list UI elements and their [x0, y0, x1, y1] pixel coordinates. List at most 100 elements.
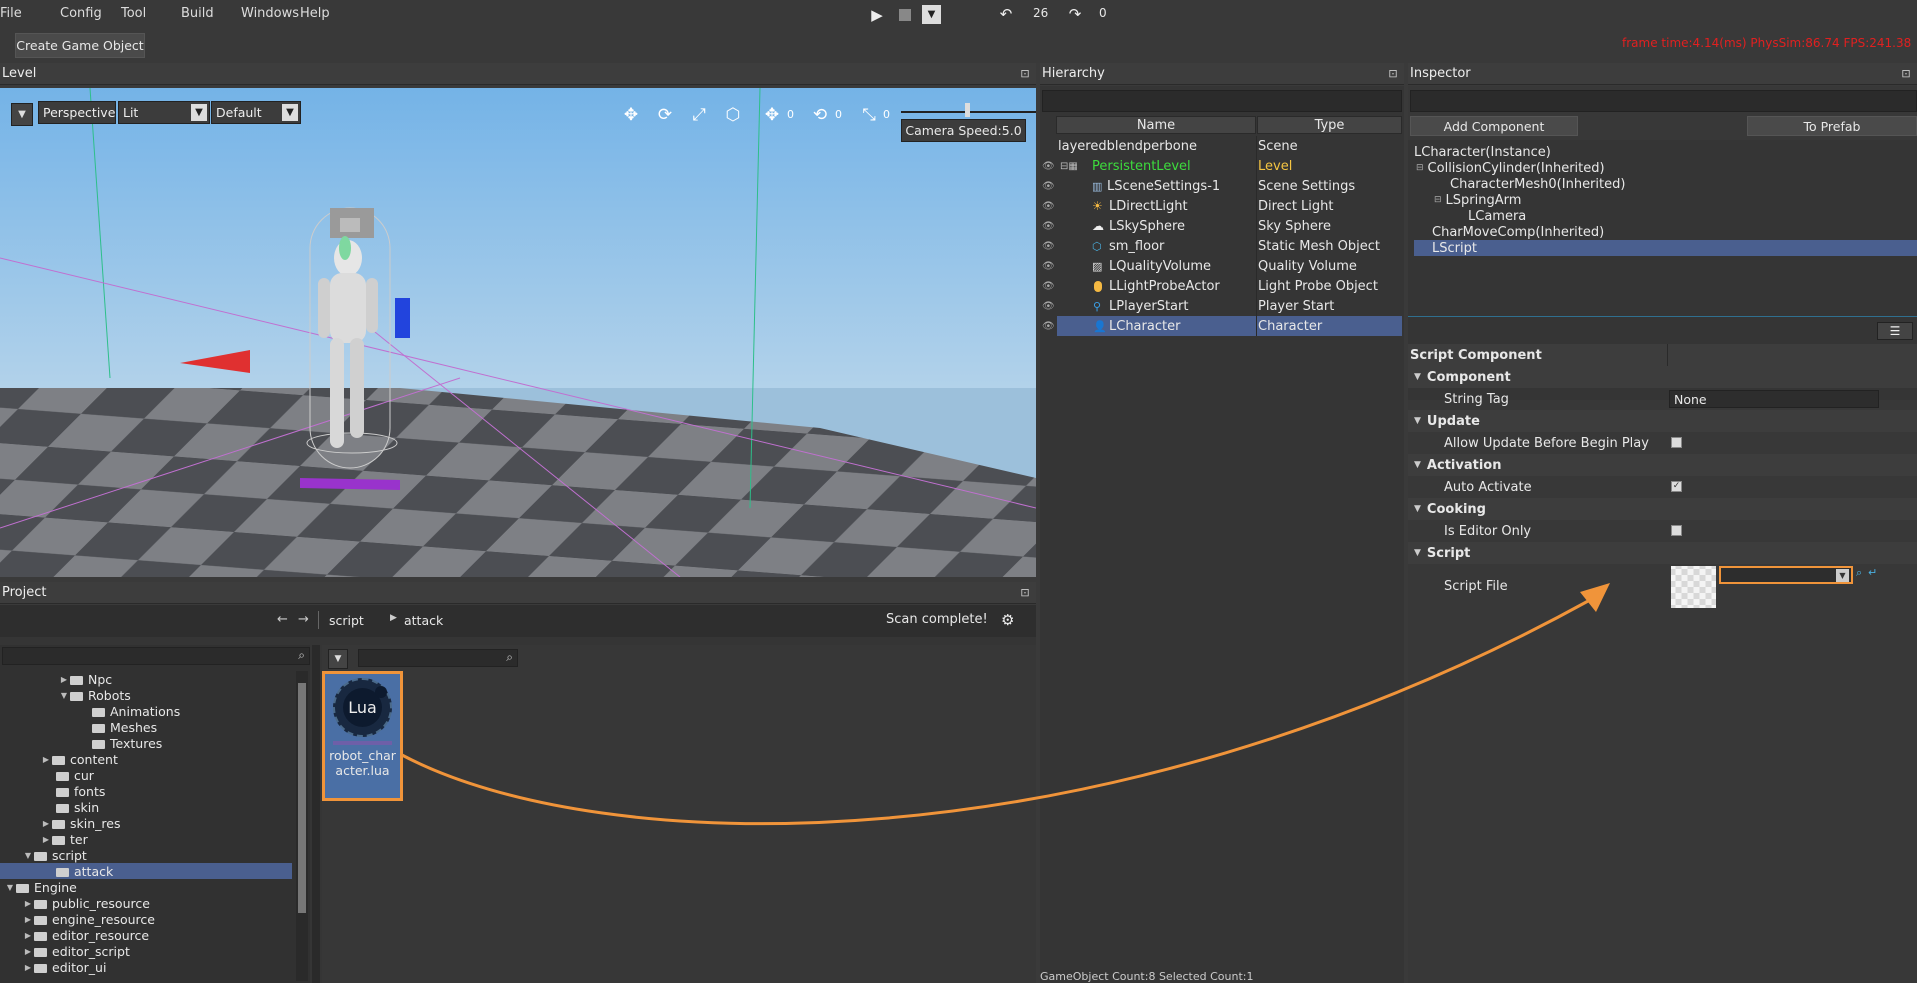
lit-dropdown[interactable]: Lit ▼	[118, 101, 210, 124]
tree-item[interactable]: CharMoveComp(Inherited)	[1432, 224, 1604, 240]
rotate-icon[interactable]: ⟳	[653, 103, 677, 127]
col-type-header[interactable]: Type	[1257, 116, 1402, 134]
stop-icon[interactable]	[899, 9, 911, 21]
hierarchy-row[interactable]: 👁 ⬡ sm_floor Static Mesh Object	[1040, 236, 1404, 256]
menu-tool[interactable]: Tool	[121, 6, 146, 21]
hierarchy-search-input[interactable]	[1042, 90, 1402, 112]
move-icon[interactable]: ✥	[619, 103, 643, 127]
pin-icon[interactable]: ⊡	[1018, 587, 1032, 599]
asset-search-input[interactable]: ⌕	[358, 649, 518, 667]
hierarchy-row[interactable]: 👁 LLightProbeActor Light Probe Object	[1040, 276, 1404, 296]
hierarchy-row[interactable]: 👁 ▥ LSceneSettings-1 Scene Settings	[1040, 176, 1404, 196]
hierarchy-row[interactable]: 👁 ⊟▦ PersistentLevel Level	[1040, 156, 1404, 176]
folder-row[interactable]: fonts	[56, 783, 105, 799]
hierarchy-row-selected[interactable]: 👁 👤 LCharacter Character	[1040, 316, 1404, 336]
camera-speed-slider-thumb[interactable]	[965, 103, 970, 117]
folder-row[interactable]: ▶ public_resource	[22, 895, 150, 911]
tree-item[interactable]: LCharacter(Instance)	[1414, 144, 1551, 160]
snap-move-icon[interactable]: ✥	[760, 103, 784, 127]
eye-icon[interactable]: 👁	[1042, 201, 1056, 212]
hierarchy-row[interactable]: layeredblendperbone Scene	[1040, 136, 1404, 156]
tree-item[interactable]: CharacterMesh0(Inherited)	[1450, 176, 1625, 192]
scrollbar-thumb[interactable]	[298, 683, 306, 913]
eye-icon[interactable]: 👁	[1042, 181, 1056, 192]
allow-update-checkbox[interactable]	[1671, 437, 1682, 448]
activation-section[interactable]: ▼ Activation	[1408, 454, 1917, 476]
folder-row[interactable]: skin	[56, 799, 99, 815]
script-file-dropdown[interactable]: ▼	[1719, 566, 1853, 584]
redo-icon[interactable]: ↷	[1065, 3, 1085, 25]
forward-icon[interactable]: →	[298, 612, 309, 627]
tree-item[interactable]: ⊟ LSpringArm	[1434, 192, 1521, 208]
hierarchy-row[interactable]: 👁 ▨ LQualityVolume Quality Volume	[1040, 256, 1404, 276]
hierarchy-row[interactable]: 👁 ☁ LSkySphere Sky Sphere	[1040, 216, 1404, 236]
breadcrumb-script[interactable]: script	[329, 613, 364, 628]
eye-icon[interactable]: 👁	[1042, 321, 1056, 332]
script-section[interactable]: ▼ Script	[1408, 542, 1917, 564]
play-dropdown-icon[interactable]: ▼	[922, 5, 941, 24]
folder-row[interactable]: ▶ editor_script	[22, 943, 130, 959]
folder-row[interactable]: cur	[56, 767, 94, 783]
folder-row[interactable]: ▶ Npc	[58, 671, 112, 687]
eye-icon[interactable]: 👁	[1042, 221, 1056, 232]
pin-icon[interactable]: ⊡	[1899, 68, 1913, 80]
splitter[interactable]	[312, 645, 320, 983]
pin-icon[interactable]: ⊡	[1386, 68, 1400, 80]
menu-windows[interactable]: Windows	[241, 6, 299, 21]
pin-icon[interactable]: ⊡	[1018, 68, 1032, 80]
string-tag-input[interactable]: None	[1669, 390, 1879, 408]
folder-scrollbar[interactable]	[296, 671, 308, 981]
hierarchy-row[interactable]: 👁 ⚲ LPlayerStart Player Start	[1040, 296, 1404, 316]
inspector-search-input[interactable]	[1410, 90, 1917, 112]
list-menu-icon[interactable]: ☰	[1877, 322, 1913, 340]
folder-row[interactable]: ▶ content	[40, 751, 118, 767]
folder-row[interactable]: ▶ editor_ui	[22, 959, 107, 975]
add-component-button[interactable]: Add Component	[1410, 116, 1578, 136]
create-game-object-button[interactable]: Create Game Object	[15, 33, 145, 58]
eye-icon[interactable]: 👁	[1042, 281, 1056, 292]
default-dropdown[interactable]: Default ▼	[211, 101, 301, 124]
tree-item[interactable]: LCamera	[1468, 208, 1526, 224]
use-selected-icon[interactable]: ↵	[1868, 566, 1877, 579]
component-section[interactable]: ▼ Component	[1408, 366, 1917, 388]
folder-row[interactable]: ▼ script	[22, 847, 87, 863]
editor-only-checkbox[interactable]	[1671, 525, 1682, 536]
folder-row[interactable]: ▶ engine_resource	[22, 911, 155, 927]
eye-icon[interactable]: 👁	[1042, 301, 1056, 312]
eye-icon[interactable]: 👁	[1042, 241, 1056, 252]
folder-row[interactable]: ▼ Engine	[4, 879, 77, 895]
folder-row[interactable]: ▶ editor_resource	[22, 927, 149, 943]
tree-item-selected[interactable]: LScript	[1432, 240, 1477, 256]
folder-row[interactable]: Textures	[92, 735, 162, 751]
folder-row-selected[interactable]: attack	[56, 863, 113, 879]
to-prefab-button[interactable]: To Prefab	[1747, 116, 1917, 136]
folder-row[interactable]: ▶ skin_res	[40, 815, 121, 831]
cooking-section[interactable]: ▼ Cooking	[1408, 498, 1917, 520]
menu-build[interactable]: Build	[181, 6, 214, 21]
col-name-header[interactable]: Name	[1056, 116, 1256, 134]
auto-activate-checkbox[interactable]: ✓	[1671, 481, 1682, 492]
eye-icon[interactable]: 👁	[1042, 261, 1056, 272]
snap-rotate-icon[interactable]: ⟲	[808, 103, 832, 127]
viewport-menu-icon[interactable]: ▼	[11, 103, 33, 126]
hierarchy-row[interactable]: 👁 ☀ LDirectLight Direct Light	[1040, 196, 1404, 216]
undo-icon[interactable]: ↶	[996, 3, 1016, 25]
play-icon[interactable]: ▶	[866, 4, 888, 26]
scale-icon[interactable]: ⤢	[687, 103, 711, 127]
breadcrumb-attack[interactable]: attack	[404, 613, 443, 628]
tree-item[interactable]: ⊟ CollisionCylinder(Inherited)	[1416, 160, 1605, 176]
menu-config[interactable]: Config	[60, 6, 102, 21]
folder-search-input[interactable]: ⌕	[2, 647, 310, 665]
back-icon[interactable]: ←	[277, 612, 288, 627]
find-icon[interactable]: ⌕	[1856, 566, 1862, 580]
menu-file[interactable]: File	[0, 6, 22, 21]
gear-icon[interactable]: ⚙	[1001, 611, 1014, 629]
snap-scale-icon[interactable]: ⤡	[857, 103, 881, 127]
folder-row[interactable]: Meshes	[92, 719, 157, 735]
folder-row[interactable]: Animations	[92, 703, 180, 719]
folder-row[interactable]: ▶ ter	[40, 831, 88, 847]
filter-dropdown-icon[interactable]: ▼	[328, 649, 348, 669]
level-viewport[interactable]: ▼ Perspective Lit ▼ Default ▼ ✥ ⟳ ⤢ ⬡ ✥ …	[0, 88, 1036, 577]
world-space-icon[interactable]: ⬡	[721, 103, 745, 127]
perspective-button[interactable]: Perspective	[38, 101, 116, 124]
